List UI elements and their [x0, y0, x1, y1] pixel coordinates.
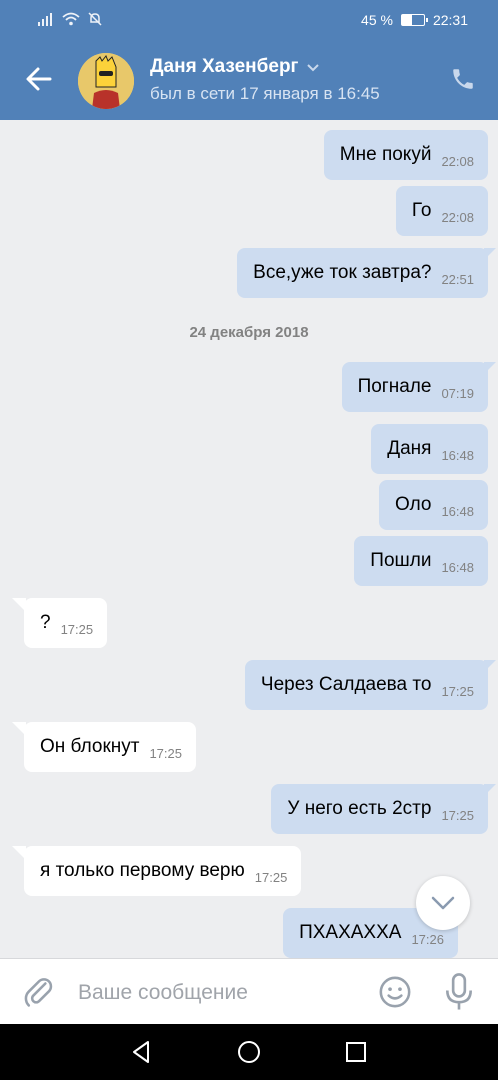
- message-incoming[interactable]: ? 17:25: [11, 598, 108, 648]
- message-time: 17:25: [441, 808, 474, 823]
- message-text: я только первому верю: [40, 860, 245, 881]
- status-bar: 45 % 22:31: [0, 0, 498, 42]
- emoji-icon[interactable]: [378, 975, 412, 1009]
- back-arrow-icon[interactable]: [24, 64, 54, 94]
- last-seen-status: был в сети 17 января в 16:45: [150, 84, 380, 103]
- message-outgoing[interactable]: У него есть 2стр 17:25: [271, 784, 496, 834]
- microphone-icon[interactable]: [444, 973, 474, 1011]
- message-text: Все,уже ток завтра?: [253, 262, 432, 283]
- contact-name-text: Даня Хазенберг: [150, 56, 299, 77]
- message-text: Погнале: [357, 376, 432, 397]
- nav-home-icon[interactable]: [235, 1038, 263, 1066]
- message-text: Мне покуй: [339, 144, 432, 165]
- message-outgoing[interactable]: Через Салдаева то 17:25: [244, 660, 497, 710]
- chevron-down-icon: [307, 64, 320, 72]
- message-outgoing[interactable]: Мне покуй 22:08: [323, 130, 488, 180]
- message-time: 22:08: [441, 210, 474, 225]
- message-list[interactable]: 24 декабря 2018 Мне покуй 22:08 Го 22:08 В…: [0, 120, 498, 958]
- message-outgoing[interactable]: Пошли 16:48: [354, 536, 488, 586]
- message-time: 17:25: [149, 746, 182, 761]
- chevron-down-icon: [431, 896, 455, 910]
- message-input[interactable]: [78, 975, 358, 1011]
- message-text: ?: [40, 612, 51, 633]
- nav-recents-icon[interactable]: [342, 1038, 370, 1066]
- system-navigation-bar: [0, 1024, 498, 1080]
- message-outgoing[interactable]: Го 22:08: [395, 186, 488, 236]
- message-text: Оло: [395, 494, 432, 515]
- message-text: Даня: [387, 438, 432, 459]
- message-outgoing[interactable]: Даня 16:48: [371, 424, 488, 474]
- message-time: 07:19: [441, 386, 474, 401]
- message-time: 16:48: [441, 504, 474, 519]
- message-time: 22:08: [441, 154, 474, 169]
- phone-icon[interactable]: [450, 66, 476, 92]
- message-outgoing[interactable]: Все,уже ток завтра? 22:51: [237, 248, 496, 298]
- avatar[interactable]: [78, 53, 134, 109]
- status-icons-left: [38, 12, 102, 26]
- signal-icon: [38, 13, 52, 26]
- date-separator: 24 декабря 2018: [189, 324, 309, 341]
- message-time: 16:48: [441, 560, 474, 575]
- message-text: Он блокнут: [40, 736, 140, 757]
- message-text: Го: [411, 200, 432, 221]
- message-outgoing[interactable]: Погнале 07:19: [341, 362, 497, 412]
- clock: 22:31: [432, 12, 468, 28]
- message-time: 17:26: [411, 932, 444, 947]
- contact-name[interactable]: Даня Хазенберг: [150, 56, 320, 78]
- message-incoming[interactable]: Он блокнут 17:25: [12, 722, 196, 772]
- message-time: 17:25: [441, 684, 474, 699]
- scroll-down-button[interactable]: [416, 876, 470, 930]
- message-text: У него есть 2стр: [287, 798, 432, 819]
- message-time: 22:51: [441, 272, 474, 287]
- message-time: 17:25: [60, 622, 94, 637]
- status-icons-right: 45 % 22:31: [361, 12, 468, 28]
- wifi-icon: [62, 12, 80, 26]
- message-time: 16:48: [441, 448, 474, 463]
- chat-header: Даня Хазенберг был в сети 17 января в 16…: [0, 42, 498, 120]
- message-text: ПХАХАХХА: [299, 922, 402, 943]
- paperclip-icon[interactable]: [22, 975, 56, 1009]
- message-outgoing[interactable]: Оло 16:48: [379, 480, 488, 530]
- message-incoming[interactable]: я только первому верю 17:25: [11, 846, 302, 896]
- battery-icon: [400, 14, 428, 26]
- battery-percent: 45 %: [361, 12, 393, 28]
- message-text: Пошли: [370, 550, 432, 571]
- message-time: 17:25: [254, 870, 288, 885]
- mute-bell-icon: [88, 12, 102, 26]
- nav-back-icon[interactable]: [128, 1038, 156, 1066]
- message-composer: [0, 958, 498, 1024]
- message-text: Через Салдаева то: [260, 674, 432, 695]
